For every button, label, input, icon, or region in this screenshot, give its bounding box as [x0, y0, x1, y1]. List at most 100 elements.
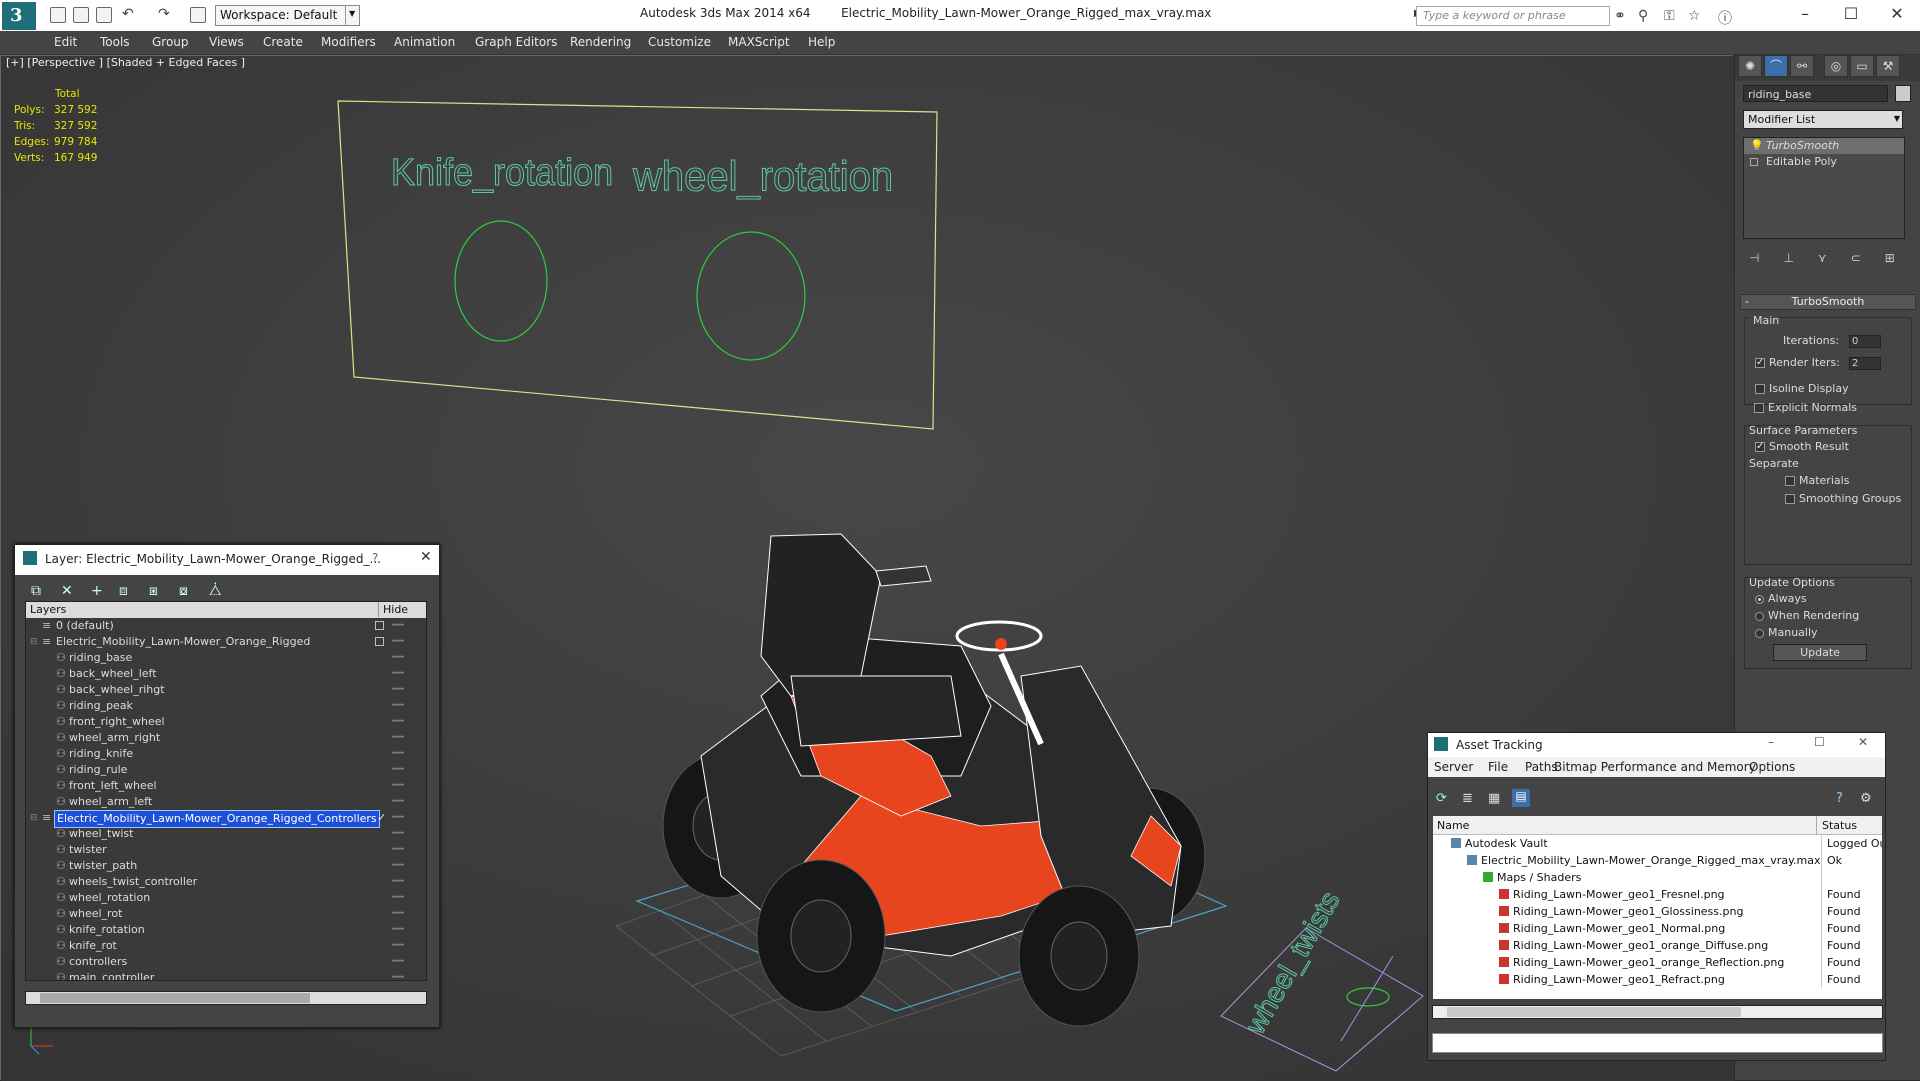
layer-dialog-titlebar[interactable]: Layer: Electric_Mobility_Lawn-Mower_Oran…: [15, 545, 439, 575]
update-button[interactable]: Update: [1773, 644, 1867, 661]
hide-toggle[interactable]: ╍╍: [392, 778, 404, 794]
delete-layer-icon[interactable]: ✕: [61, 583, 73, 599]
hide-toggle[interactable]: ╍╍: [392, 938, 404, 954]
asset-hscrollbar[interactable]: [1432, 1005, 1883, 1019]
modifier-list-dropdown[interactable]: Modifier List ▼: [1743, 110, 1903, 129]
asset-path-field[interactable]: [1432, 1033, 1883, 1053]
expand-icon[interactable]: [1750, 158, 1758, 166]
scroll-thumb[interactable]: [1447, 1007, 1741, 1017]
layer-row[interactable]: ⚇ front_left_wheel ╍╍: [26, 778, 426, 794]
redo-icon[interactable]: ↷: [158, 6, 170, 22]
asset-row[interactable]: Riding_Lawn-Mower_geo1_Normal.png Found: [1433, 920, 1882, 937]
layer-row[interactable]: ⚇ back_wheel_left ╍╍: [26, 666, 426, 682]
smooth-result-checkbox[interactable]: [1755, 442, 1765, 452]
hide-toggle[interactable]: ╍╍: [392, 922, 404, 938]
minimize-icon[interactable]: –: [1768, 735, 1774, 749]
layer-row[interactable]: ⚇ front_right_wheel ╍╍: [26, 714, 426, 730]
hide-toggle[interactable]: ╍╍: [392, 746, 404, 762]
layer-row[interactable]: ⚇ twister ╍╍: [26, 842, 426, 858]
select-layer-icon[interactable]: ⧆: [149, 583, 158, 599]
layer-row[interactable]: ⚇ controllers ╍╍: [26, 954, 426, 970]
hide-toggle[interactable]: ╍╍: [392, 874, 404, 890]
menu-edit[interactable]: Edit: [54, 35, 77, 49]
always-radio[interactable]: [1755, 594, 1764, 604]
layer-row[interactable]: ⚇ wheel_arm_left ╍╍: [26, 794, 426, 810]
layer-row[interactable]: ⚇ riding_rule ╍╍: [26, 762, 426, 778]
asset-dialog-titlebar[interactable]: Asset Tracking – ☐ ✕: [1428, 733, 1885, 757]
menu-tools[interactable]: Tools: [100, 35, 130, 49]
check-icon[interactable]: ✓: [377, 810, 386, 826]
close-icon[interactable]: ✕: [420, 549, 432, 565]
modify-tab-icon[interactable]: ⌒: [1764, 55, 1788, 77]
display-tab-icon[interactable]: ▭: [1850, 55, 1874, 77]
refresh-icon[interactable]: ⟳: [1436, 791, 1447, 806]
col-layers[interactable]: Layers: [30, 602, 66, 617]
hierarchy-tab-icon[interactable]: ⚯: [1790, 55, 1814, 77]
asset-row[interactable]: Riding_Lawn-Mower_geo1_orange_Reflection…: [1433, 954, 1882, 971]
layer-row[interactable]: ⚇ knife_rot ╍╍: [26, 938, 426, 954]
hide-toggle[interactable]: ╍╍: [392, 714, 404, 730]
hide-toggle[interactable]: ╍╍: [392, 618, 404, 634]
hide-toggle[interactable]: ╍╍: [392, 906, 404, 922]
project-folder-icon[interactable]: [190, 7, 206, 23]
help-icon[interactable]: ?: [1836, 791, 1843, 806]
menu-animation[interactable]: Animation: [394, 35, 455, 49]
create-tab-icon[interactable]: ✺: [1738, 55, 1762, 77]
viewport-label[interactable]: [+] [Perspective ] [Shaded + Edged Faces…: [6, 56, 245, 69]
scroll-thumb[interactable]: [40, 993, 310, 1003]
hide-toggle[interactable]: ╍╍: [392, 794, 404, 810]
hide-toggle[interactable]: ╍╍: [392, 634, 404, 650]
layer-row[interactable]: ⚇ back_wheel_rihgt ╍╍: [26, 682, 426, 698]
object-color-swatch[interactable]: [1895, 85, 1911, 102]
layer-row[interactable]: ⚇ wheel_rotation ╍╍: [26, 890, 426, 906]
isoline-display-row[interactable]: Isoline Display: [1755, 382, 1849, 395]
col-status[interactable]: Status: [1816, 816, 1857, 835]
help-icon[interactable]: ⓘ: [1718, 8, 1732, 28]
close-icon[interactable]: ✕: [1874, 2, 1920, 28]
new-layer-icon[interactable]: ⧉: [31, 583, 41, 599]
layer-row[interactable]: ⚇ wheels_twist_controller ╍╍: [26, 874, 426, 890]
smooth-result-row[interactable]: Smooth Result: [1755, 440, 1849, 453]
col-name[interactable]: Name: [1437, 816, 1469, 835]
hide-toggle[interactable]: ╍╍: [392, 682, 404, 698]
motion-tab-icon[interactable]: ◎: [1824, 55, 1848, 77]
expand-icon[interactable]: ⊟: [30, 810, 38, 826]
col-hide[interactable]: Hide: [378, 602, 408, 617]
open-file-icon[interactable]: [73, 7, 89, 23]
when-rendering-radio[interactable]: [1755, 611, 1764, 621]
layer-row[interactable]: ⚇ wheel_rot ╍╍: [26, 906, 426, 922]
new-file-icon[interactable]: [50, 7, 66, 23]
star-icon[interactable]: ☆: [1688, 8, 1701, 24]
minimize-icon[interactable]: –: [1782, 2, 1828, 28]
menu-modifiers[interactable]: Modifiers: [321, 35, 376, 49]
asset-row[interactable]: Riding_Lawn-Mower_geo1_Glossiness.png Fou…: [1433, 903, 1882, 920]
app-logo-icon[interactable]: 3: [2, 2, 36, 30]
layer-row[interactable]: ⊟ ≡ Electric_Mobility_Lawn-Mower_Orange_Ri…: [26, 634, 426, 650]
object-name-field[interactable]: riding_base: [1743, 85, 1888, 102]
always-radio-row[interactable]: Always: [1755, 592, 1807, 605]
hide-toggle[interactable]: ╍╍: [392, 954, 404, 970]
iterations-spinner[interactable]: 0: [1849, 335, 1881, 348]
menu-rendering[interactable]: Rendering: [570, 35, 631, 49]
hide-all-icon[interactable]: ⧇: [179, 583, 188, 599]
menu-create[interactable]: Create: [263, 35, 303, 49]
asset-row[interactable]: Autodesk Vault Logged Ou: [1433, 835, 1882, 852]
when-rendering-radio-row[interactable]: When Rendering: [1755, 609, 1859, 622]
layer-hscrollbar[interactable]: [25, 991, 427, 1005]
explicit-normals-row[interactable]: Explicit Normals: [1754, 401, 1857, 414]
asset-menu-file[interactable]: File: [1488, 760, 1508, 774]
asset-menu-paths[interactable]: Paths: [1525, 760, 1558, 774]
thumbnail-view-icon[interactable]: ▦: [1488, 791, 1500, 806]
manually-radio-row[interactable]: Manually: [1755, 626, 1818, 639]
stack-item-editable-poly[interactable]: Editable Poly: [1744, 154, 1904, 170]
add-to-layer-icon[interactable]: +: [91, 583, 103, 599]
stack-item-turbosmooth[interactable]: 💡 TurboSmooth: [1744, 138, 1904, 154]
materials-row[interactable]: Materials: [1785, 474, 1849, 487]
layer-row[interactable]: ⚇ riding_base ╍╍: [26, 650, 426, 666]
menu-views[interactable]: Views: [209, 35, 244, 49]
hide-toggle[interactable]: ╍╍: [392, 650, 404, 666]
menu-help[interactable]: Help: [808, 35, 835, 49]
freeze-all-icon[interactable]: ⧊: [209, 583, 222, 599]
render-iters-checkbox[interactable]: [1755, 358, 1765, 368]
explicit-normals-checkbox[interactable]: [1754, 403, 1764, 413]
